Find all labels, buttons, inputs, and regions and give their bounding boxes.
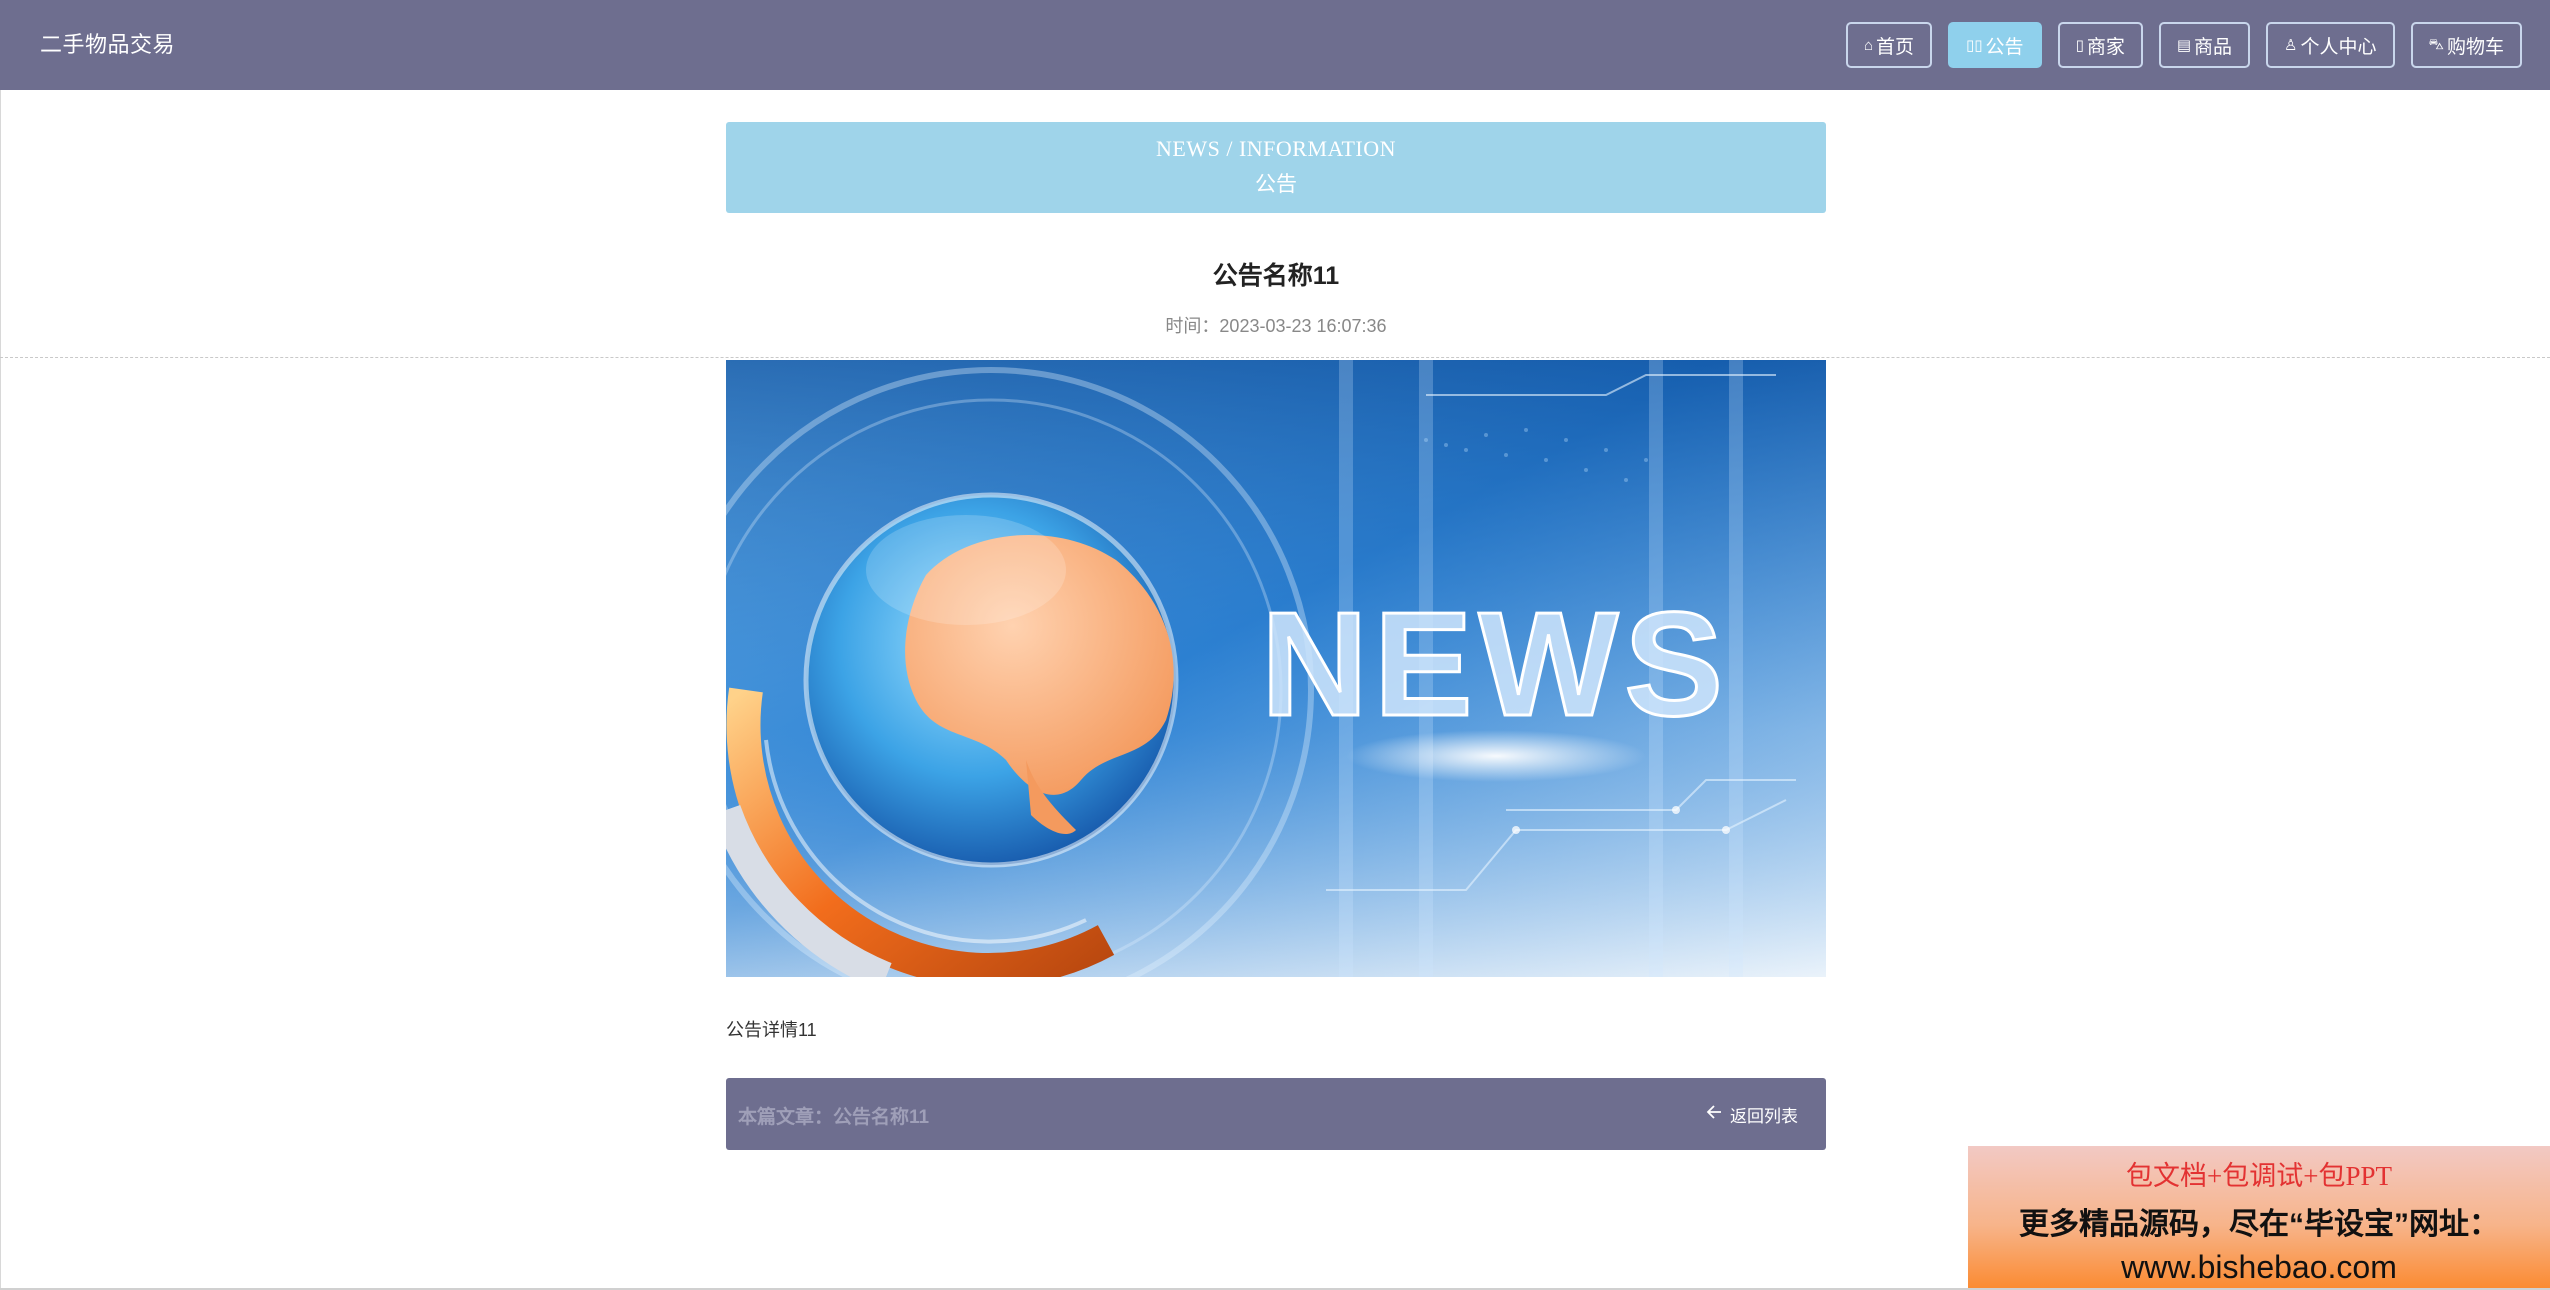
nav-cart-button[interactable]: ⛍ 购物车 <box>2410 22 2522 68</box>
site-brand[interactable]: 二手物品交易 <box>40 27 175 59</box>
nav-notice-label: 公告 <box>1985 36 2024 58</box>
article-time: 时间：2023-03-23 16:07:36 <box>1165 316 1387 336</box>
back-to-list-button[interactable]: 返回列表 <box>1706 1102 1798 1127</box>
user-icon: ♙ <box>2284 37 2298 54</box>
divider <box>0 357 2550 358</box>
back-to-list-label: 返回列表 <box>1730 1107 1798 1126</box>
nav-store-label: 商家 <box>2086 36 2125 58</box>
article-title: 公告名称11 <box>1212 262 1340 290</box>
image-news-text: NEWS <box>1261 582 1729 747</box>
cart-icon: ⛍ <box>2428 35 2444 53</box>
store-icon: ▯ <box>2075 37 2084 54</box>
nav-cart-label: 购物车 <box>2446 36 2504 58</box>
nav-notice-button[interactable]: ▯▯ 公告 <box>1948 22 2042 68</box>
article-body: 公告详情11 <box>726 1020 817 1040</box>
nav-goods-label: 商品 <box>2194 36 2233 58</box>
article-footer-bar: 本篇文章：公告名称11 返回列表 <box>726 1078 1826 1150</box>
nav-home-button[interactable]: ⌂ 首页 <box>1845 22 1933 68</box>
top-navbar: 二手物品交易 ⌂ 首页 ▯▯ 公告 ▯ 商家 ▤ 商品 ♙ 个人中心 ⛍ 购物车 <box>0 0 2550 90</box>
promo-line-1: 包文档+包调试+包PPT <box>2126 1161 2392 1191</box>
promo-url: www.bishebao.com <box>2121 1249 2397 1285</box>
promo-line-2: 更多精品源码，尽在“毕设宝”网址： <box>2019 1208 2499 1241</box>
arrow-left-icon <box>1706 1104 1722 1125</box>
nav-store-button[interactable]: ▯ 商家 <box>2057 22 2143 68</box>
home-icon: ⌂ <box>1863 36 1874 54</box>
nav-home-label: 首页 <box>1876 36 1915 58</box>
goods-icon: ▤ <box>2176 37 2192 54</box>
current-article-label: 本篇文章：公告名称11 <box>738 1107 930 1128</box>
page-border <box>0 90 1 1290</box>
main-nav: ⌂ 首页 ▯▯ 公告 ▯ 商家 ▤ 商品 ♙ 个人中心 ⛍ 购物车 <box>1845 22 2522 68</box>
notice-icon: ▯▯ <box>1966 37 1983 54</box>
banner-chinese-title: 公告 <box>1255 172 1297 196</box>
promo-watermark: 包文档+包调试+包PPT 更多精品源码，尽在“毕设宝”网址： www.bishe… <box>1968 1146 2550 1290</box>
article-image: NEWS <box>726 360 1826 977</box>
section-banner: NEWS / INFORMATION 公告 <box>726 122 1826 213</box>
banner-english-title: NEWS / INFORMATION <box>1156 136 1396 161</box>
nav-user-center-button[interactable]: ♙ 个人中心 <box>2266 22 2395 68</box>
nav-user-center-label: 个人中心 <box>2300 36 2377 58</box>
nav-goods-button[interactable]: ▤ 商品 <box>2158 22 2251 68</box>
